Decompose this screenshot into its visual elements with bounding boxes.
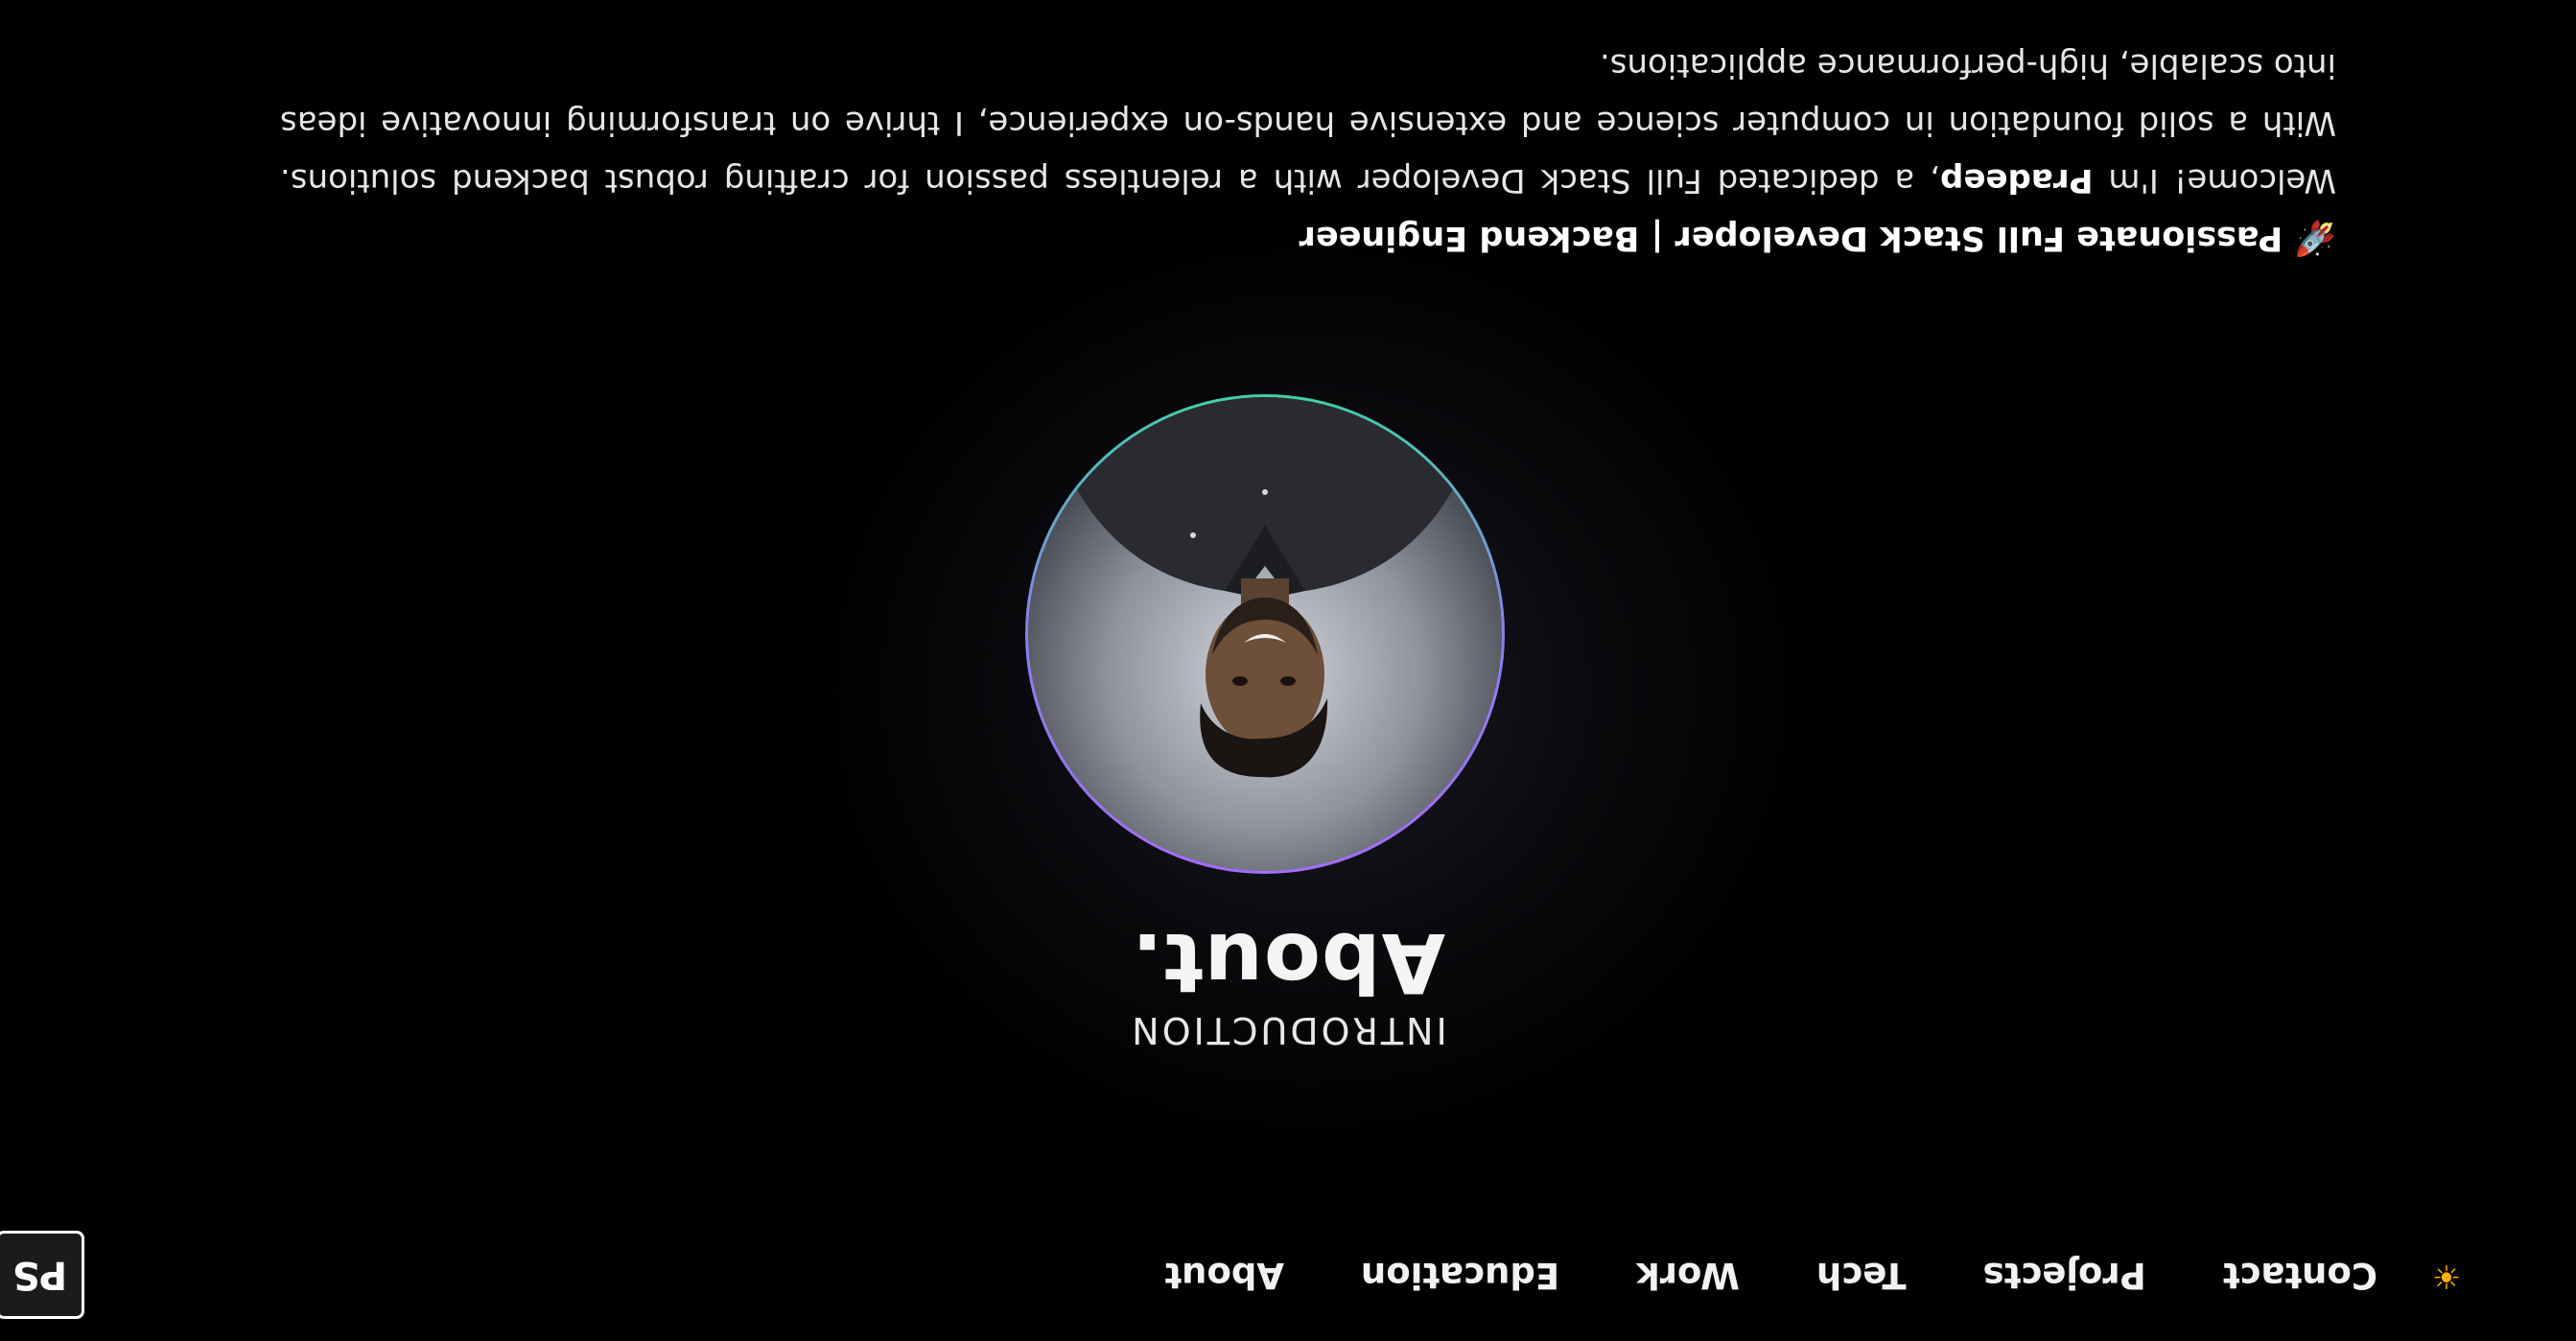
nav-links: About Education Work Tech Projects Conta…: [1164, 1253, 2377, 1299]
nav-link-work[interactable]: Work: [1636, 1256, 1740, 1297]
nav-link-education[interactable]: Education: [1361, 1256, 1559, 1297]
nav-link-about[interactable]: About: [1164, 1256, 1284, 1297]
profile-photo-illustration: [1028, 397, 1502, 871]
nav-link-projects[interactable]: Projects: [1983, 1256, 2146, 1297]
logo-button[interactable]: PS: [0, 1231, 84, 1319]
top-navbar: PS About Education Work Tech Projects Co…: [0, 1207, 2576, 1341]
nav-link-tech[interactable]: Tech: [1816, 1256, 1907, 1297]
section-title: About.: [1130, 914, 1446, 1010]
tagline: 🚀 Passionate Full Stack Developer | Back…: [1299, 219, 2336, 257]
sun-icon: ☀: [2431, 1257, 2462, 1295]
theme-toggle-button[interactable]: ☀: [2427, 1253, 2466, 1299]
intro-text-block: 🚀 Passionate Full Stack Developer | Back…: [280, 36, 2336, 267]
page-viewport: PS About Education Work Tech Projects Co…: [0, 0, 2576, 1341]
bio-prefix: Welcome! I'm: [2093, 161, 2336, 200]
developer-name: Pradeep: [1940, 161, 2094, 200]
section-subtitle: INTRODUCTION: [1129, 1009, 1447, 1051]
bio-paragraph: Welcome! I'm Pradeep, a dedicated Full S…: [280, 36, 2336, 209]
nav-link-contact[interactable]: Contact: [2223, 1256, 2377, 1297]
profile-avatar: [1025, 394, 1505, 874]
